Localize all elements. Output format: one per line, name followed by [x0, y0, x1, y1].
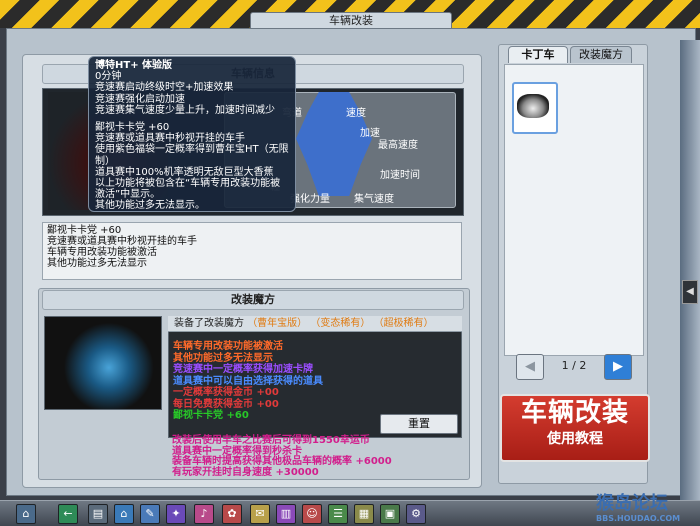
stat-label: 最高速度: [378, 140, 418, 151]
tutorial-subtitle: 使用教程: [547, 431, 603, 447]
watermark-title: 猴岛论坛: [596, 493, 668, 514]
car-tooltip: 博特HT+ 体验版 0分钟 竞速赛启动终级时空+加速效果 竞速赛强化启动加速 竞速赛…: [88, 56, 296, 212]
tooltip-duration: 0分钟: [95, 71, 122, 83]
kart-thumbnail-image: [517, 94, 549, 118]
garage-icon[interactable]: ▤: [88, 504, 108, 524]
tooltip-line: 其他功能过多无法显示。: [95, 200, 205, 212]
tab-modify-cube[interactable]: 改装魔方: [570, 46, 632, 63]
prev-page-button[interactable]: ◀: [516, 354, 544, 380]
modify-cube-image: [44, 316, 162, 410]
stat-label: 加速时间: [380, 170, 420, 181]
bonus-line: 有玩家开挂时自身速度 +30000: [172, 466, 319, 478]
tooltip-line: 竞速赛或道具赛中秒视开挂的车手: [95, 133, 245, 145]
bonus-line: 改装后使用丰车之比赛后可得到1550幸运币: [172, 435, 370, 446]
installed-tag: （变态稀有）: [310, 318, 371, 329]
left-arrow-icon: ◀: [525, 359, 535, 374]
stat-label: 集气速度: [354, 194, 394, 205]
watermark-url: BBS.HOUDAO.COM: [596, 514, 681, 523]
tutorial-title: 车辆改装: [520, 398, 629, 428]
right-edge-bar: [680, 40, 700, 500]
car-perk-description: 鄙视卡卡党 +60 竞速赛或道具赛中秒视开挂的车手 车辆专用改装功能被激活 其他…: [42, 222, 462, 280]
perk-line: 竞速赛或道具赛中秒视开挂的车手: [47, 236, 197, 247]
modify-effect-line: 其他功能过多无法显示: [173, 352, 273, 364]
music-icon[interactable]: ♪: [194, 504, 214, 524]
modify-effect-line: 竞速赛中一定概率获得加速卡牌: [173, 364, 313, 375]
tooltip-line: 竞速赛启动终级时空+加速效果: [95, 82, 234, 94]
gift-icon[interactable]: ✿: [222, 504, 242, 524]
tooltip-line: 以上功能将被包含在“车辆专用改装功能被激活”中显示。: [95, 178, 281, 201]
modify-installed-line: 装备了改装魔方 （曹年宝版） （变态稀有） （超极稀有）: [168, 316, 462, 332]
paint-icon[interactable]: ✦: [166, 504, 186, 524]
book-icon[interactable]: ▥: [276, 504, 296, 524]
mail-icon[interactable]: ✉: [250, 504, 270, 524]
stat-label: 强化力量: [290, 194, 330, 205]
installed-tag: （超极稀有）: [373, 318, 434, 329]
friends-icon[interactable]: ☺: [302, 504, 322, 524]
tooltip-line: 使用紫色福袋一定概率得到曹年宝HT（无限制）: [95, 144, 289, 167]
bonus-text-block: 改装后使用丰车之比赛后可得到1550幸运币 道具赛中一定概率得到秒杀卡 装备车辆时提…: [172, 435, 472, 488]
forum-watermark: 猴岛论坛 BBS.HOUDAO.COM: [596, 494, 700, 525]
tools-icon[interactable]: ✎: [140, 504, 160, 524]
system-icon[interactable]: ⌂: [16, 504, 36, 524]
modify-effect-line: 道具赛中可以自由选择获得的道具: [173, 375, 323, 387]
tooltip-line: 鄙视卡卡党 +60: [95, 122, 170, 134]
installed-tag: （曹年宝版）: [247, 318, 308, 329]
page-indicator: 1 / 2: [561, 359, 587, 372]
stats-icon[interactable]: ▦: [354, 504, 374, 524]
photo-icon[interactable]: ▣: [380, 504, 400, 524]
modify-effect-line: 车辆专用改装功能被激活: [173, 341, 283, 352]
modify-effect-line: 每日免费获得金币 +00: [173, 398, 279, 410]
stat-label: 加速: [360, 128, 380, 139]
reset-button[interactable]: 重置: [380, 414, 458, 434]
tooltip-line: 竞速赛强化启动加速: [95, 93, 185, 105]
modify-header: 改装魔方: [42, 290, 464, 310]
tooltip-line: 道具赛中100%机率透明无敌巨型大香蕉: [95, 166, 274, 178]
collapse-arrow-icon[interactable]: ◀: [682, 280, 698, 304]
settings-icon[interactable]: ⚙: [406, 504, 426, 524]
installed-label: 装备了改装魔方: [174, 318, 244, 329]
right-arrow-icon: ▶: [613, 359, 623, 374]
tab-kart[interactable]: 卡丁车: [508, 46, 568, 63]
next-page-button[interactable]: ▶: [604, 354, 632, 380]
tooltip-title: 博特HT+ 体验版: [95, 60, 173, 71]
tutorial-button[interactable]: 车辆改装 使用教程: [500, 394, 650, 462]
chat-icon[interactable]: ☰: [328, 504, 348, 524]
modify-effect-line: 一定概率获得金币 +00: [173, 387, 279, 398]
tooltip-line: 竞速赛集气速度少量上升，加速时间减少: [95, 104, 275, 116]
perk-line: 车辆专用改装功能被激活: [47, 247, 157, 258]
home-icon[interactable]: ⌂: [114, 504, 134, 524]
stat-label: 速度: [346, 108, 366, 119]
perk-line: 鄙视卡卡党 +60: [47, 225, 122, 236]
back-icon[interactable]: ←: [58, 504, 78, 524]
bonus-line: 装备车辆时提高获得其他极品车辆的概率 +6000: [172, 456, 392, 467]
perk-line: 其他功能过多无法显示: [47, 258, 147, 269]
